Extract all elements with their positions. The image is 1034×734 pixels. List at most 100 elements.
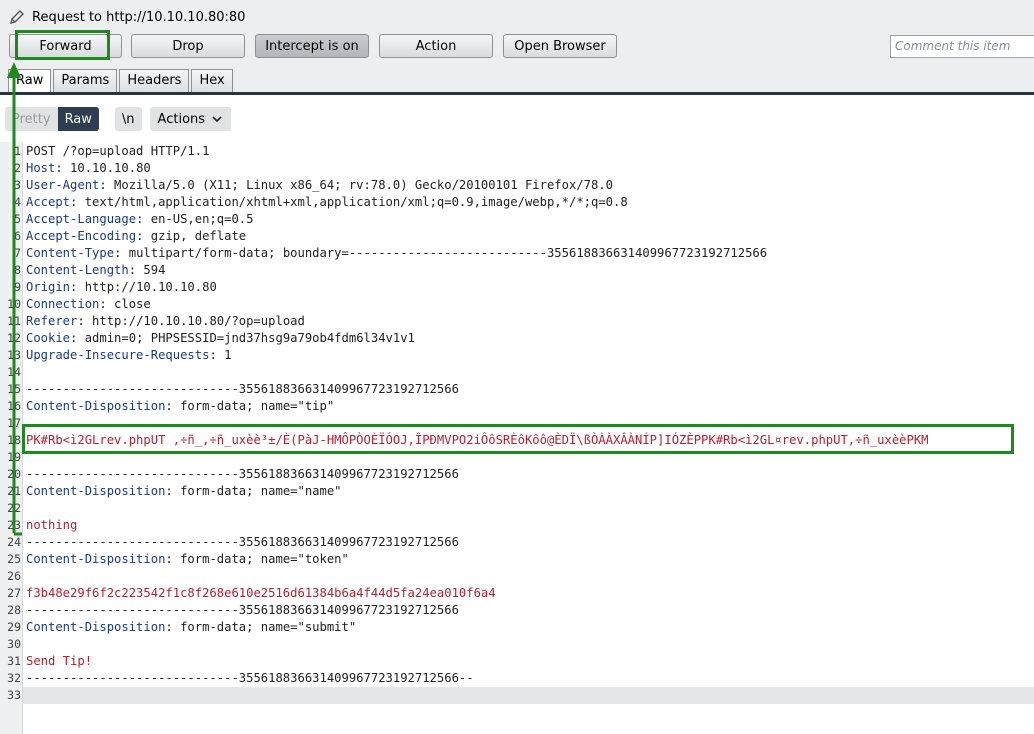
line-number: 30 (7, 637, 21, 651)
header-name: Upgrade-Insecure-Requests (26, 348, 210, 362)
header-name: Cookie (26, 331, 71, 345)
header-name: Connection (26, 297, 100, 311)
line-number: 27 (7, 586, 21, 600)
drop-button[interactable]: Drop (131, 34, 245, 58)
request-line: 21 Content-Disposition: form-data; name="… (0, 483, 1034, 500)
line-text: -----------------------------35561883663… (26, 603, 459, 617)
line-number: 29 (7, 620, 21, 634)
line-text: -----------------------------35561883663… (26, 382, 459, 396)
request-line: 23 nothing (0, 517, 1034, 534)
request-line: 29 Content-Disposition: form-data; name="… (0, 619, 1034, 636)
request-line: 31 Send Tip! (0, 653, 1034, 670)
header-value: : close (99, 297, 151, 311)
header-value: : 594 (128, 263, 166, 277)
line-text: Content-Disposition: form-data; name="to… (26, 551, 349, 568)
request-line: 27 f3b48e29f6f2c223542f1c8f268e610e2516d6… (0, 585, 1034, 602)
open-browser-button[interactable]: Open Browser (503, 34, 617, 58)
request-line: 15 -----------------------------355618836… (0, 381, 1034, 398)
request-line: 26 (0, 568, 1034, 585)
header-value: : form-data; name="tip" (165, 399, 335, 413)
request-line: 16 Content-Disposition: form-data; name="… (0, 398, 1034, 415)
header-name: User-Agent (26, 178, 100, 192)
action-button[interactable]: Action (379, 34, 493, 58)
request-line: 25 Content-Disposition: form-data; name="… (0, 551, 1034, 568)
line-text: Accept-Encoding: gzip, deflate (26, 228, 246, 245)
chevron-down-icon (212, 116, 222, 123)
request-line: 33 (0, 687, 1034, 704)
payload-highlight-box (22, 424, 1014, 454)
newline-toggle-button[interactable]: \n (114, 107, 142, 131)
actions-dropdown[interactable]: Actions (149, 107, 232, 131)
window-title: Request to http://10.10.10.80:80 (8, 7, 245, 27)
request-editor[interactable]: Pretty Raw \n Actions 1 POST /?op=upload … (0, 95, 1034, 734)
request-line: 24 -----------------------------355618836… (0, 534, 1034, 551)
line-text: -----------------------------35561883663… (26, 535, 459, 549)
request-line: 28 -----------------------------355618836… (0, 602, 1034, 619)
header-value: : admin=0; PHPSESSID=jnd37hsg9a79ob4fdm6… (70, 331, 415, 345)
header-name: Accept-Encoding (26, 229, 137, 243)
line-text: Content-Disposition: form-data; name="su… (26, 619, 356, 636)
request-line: 32 -----------------------------355618836… (0, 670, 1034, 687)
header-name: Host (26, 161, 56, 175)
line-number: 33 (7, 688, 21, 702)
tab-hex[interactable]: Hex (191, 69, 233, 92)
request-line: 11 Referer: http://10.10.10.80/?op=upload (0, 313, 1034, 330)
line-number: 26 (7, 569, 21, 583)
line-number: 31 (7, 654, 21, 668)
header-value: : form-data; name="token" (165, 552, 349, 566)
line-text: Content-Length: 594 (26, 262, 165, 279)
request-line: 12 Cookie: admin=0; PHPSESSID=jnd37hsg9a7… (0, 330, 1034, 347)
request-line: 13 Upgrade-Insecure-Requests: 1 (0, 347, 1034, 364)
request-line: 30 (0, 636, 1034, 653)
intercept-toggle-button[interactable]: Intercept is on (255, 34, 369, 58)
line-text: nothing (26, 517, 77, 534)
comment-input[interactable]: Comment this item (890, 35, 1034, 58)
header-name: Referer (26, 314, 78, 328)
header-name: Content-Disposition (26, 484, 166, 498)
header-name: Accept-Language (26, 212, 137, 226)
line-text: f3b48e29f6f2c223542f1c8f268e610e2516d613… (26, 585, 496, 602)
line-text: Accept: text/html,application/xhtml+xml,… (26, 194, 628, 211)
actions-label: Actions (157, 111, 206, 127)
line-text: User-Agent: Mozilla/5.0 (X11; Linux x86_… (26, 177, 613, 194)
tab-headers[interactable]: Headers (119, 69, 190, 92)
header-name: Origin (26, 280, 71, 294)
request-line: 8 Content-Length: 594 (0, 262, 1034, 279)
editor-subbar: Pretty Raw \n Actions (5, 107, 239, 131)
header-value: : en-US,en;q=0.5 (136, 212, 254, 226)
header-value: : gzip, deflate (136, 229, 247, 243)
request-line: 4 Accept: text/html,application/xhtml+xml… (0, 194, 1034, 211)
header-value: : 10.10.10.80 (55, 161, 151, 175)
line-text: POST /?op=upload HTTP/1.1 (26, 144, 210, 158)
line-text: -----------------------------35561883663… (26, 671, 474, 685)
request-line: 2 Host: 10.10.10.80 (0, 160, 1034, 177)
line-number: 25 (7, 552, 21, 566)
header-name: Content-Disposition (26, 552, 166, 566)
header-value: : 1 (209, 348, 232, 362)
body-value: nothing (26, 518, 78, 532)
line-text: Content-Disposition: form-data; name="ti… (26, 398, 334, 415)
request-line: 6 Accept-Encoding: gzip, deflate (0, 228, 1034, 245)
header-value: : http://10.10.10.80 (70, 280, 217, 294)
body-value: Send Tip! (26, 654, 93, 668)
raw-button[interactable]: Raw (57, 107, 99, 131)
request-line: 3 User-Agent: Mozilla/5.0 (X11; Linux x86… (0, 177, 1034, 194)
request-line: 9 Origin: http://10.10.10.80 (0, 279, 1034, 296)
header-name: Accept (26, 195, 71, 209)
header-name: Content-Type (26, 246, 115, 260)
header-value: : http://10.10.10.80/?op=upload (77, 314, 305, 328)
line-text: Host: 10.10.10.80 (26, 160, 151, 177)
line-text: Content-Disposition: form-data; name="na… (26, 483, 342, 500)
header-value: : form-data; name="submit" (165, 620, 357, 634)
tab-params[interactable]: Params (53, 69, 118, 92)
line-text: Cookie: admin=0; PHPSESSID=jnd37hsg9a79o… (26, 330, 415, 347)
line-text: -----------------------------35561883663… (26, 467, 459, 481)
request-line: 1 POST /?op=upload HTTP/1.1 (0, 143, 1034, 160)
line-text: Referer: http://10.10.10.80/?op=upload (26, 313, 305, 330)
line-text: Send Tip! (26, 653, 92, 670)
line-text: Accept-Language: en-US,en;q=0.5 (26, 211, 253, 228)
body-value: f3b48e29f6f2c223542f1c8f268e610e2516d613… (26, 586, 496, 600)
header-value: : text/html,application/xhtml+xml,applic… (70, 195, 628, 209)
request-line: 10 Connection: close (0, 296, 1034, 313)
header-value: : multipart/form-data; boundary=--------… (114, 246, 768, 260)
